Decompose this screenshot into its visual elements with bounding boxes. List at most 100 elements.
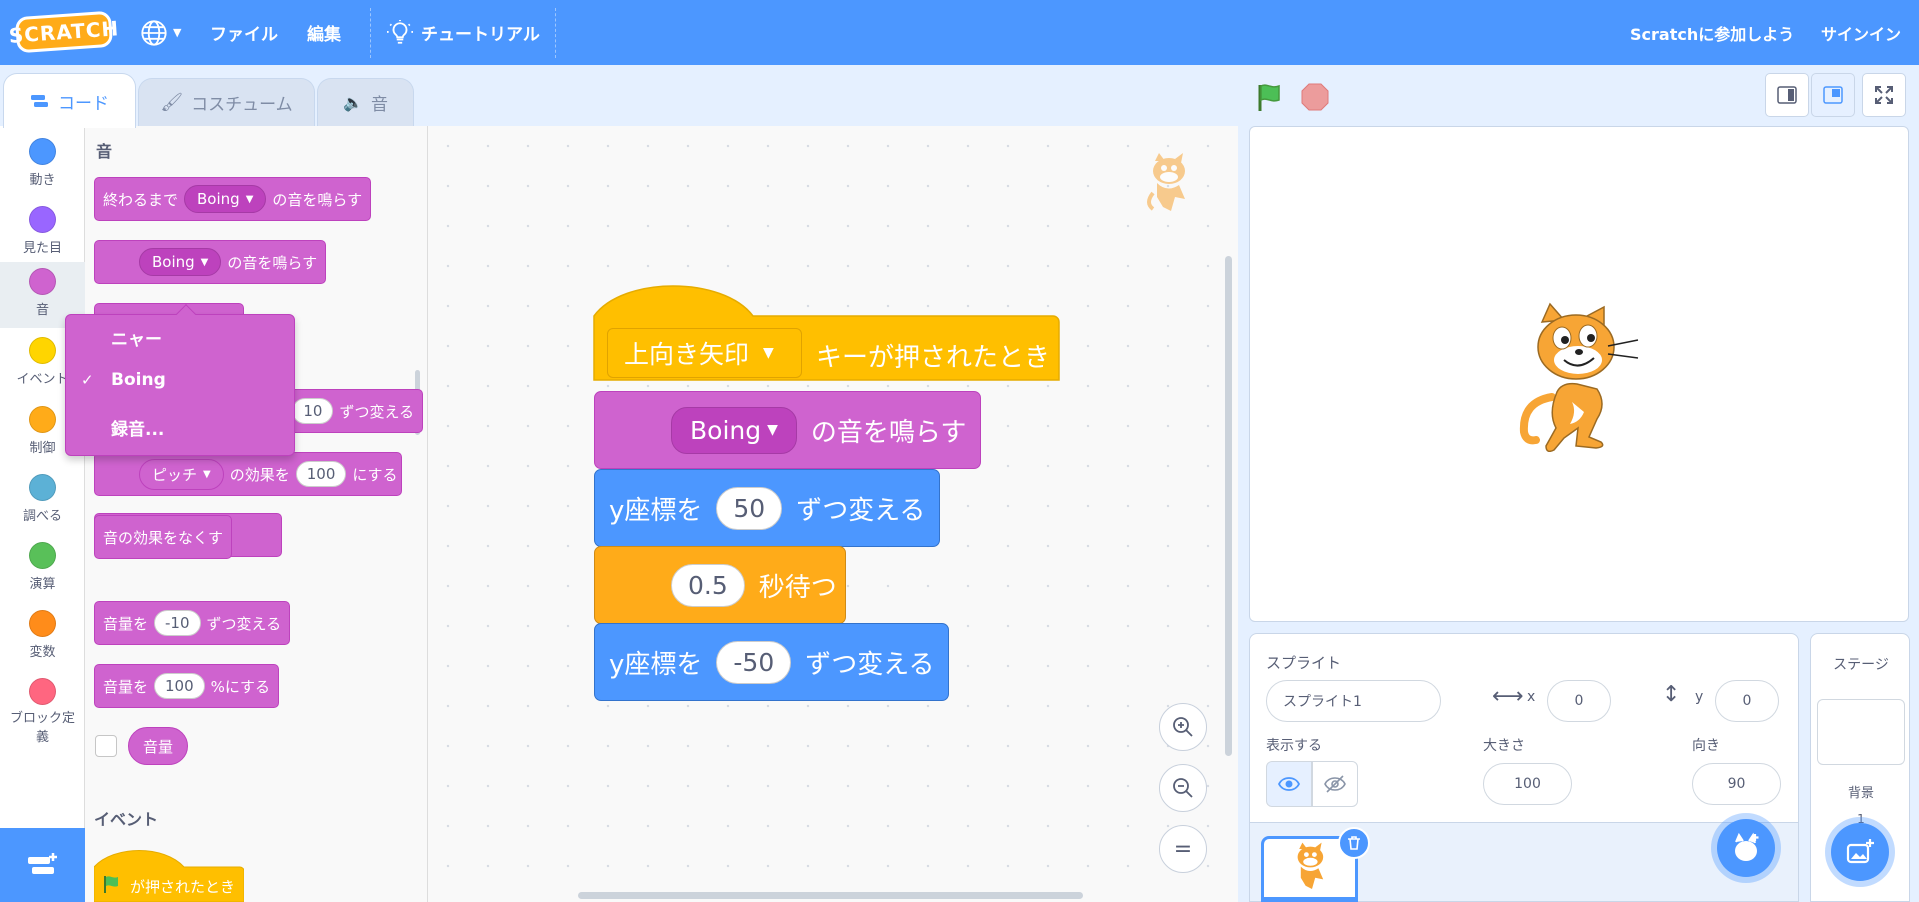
- dropdown-item-boing[interactable]: ✓ Boing: [66, 360, 296, 400]
- delete-sprite-button[interactable]: [1338, 827, 1370, 859]
- checkmark-icon: ✓: [81, 371, 94, 389]
- category-control-dot: [29, 406, 56, 433]
- sprite-watermark: [1143, 151, 1199, 221]
- change-volume-block[interactable]: 音量を -10 ずつ変える: [94, 601, 291, 645]
- category-label: イベント: [16, 372, 69, 387]
- sound-name: Boing: [152, 253, 195, 271]
- backdrop-label: 背景: [1847, 786, 1874, 801]
- chevron-down-icon: ▼: [203, 468, 211, 480]
- sound-dropdown[interactable]: Boing ▼: [671, 406, 797, 454]
- tab-costumes[interactable]: 🖌 コスチューム: [138, 78, 315, 126]
- y-label: y: [1695, 689, 1704, 705]
- category-label: 音: [35, 303, 49, 318]
- volume-value-input[interactable]: 100: [154, 673, 205, 699]
- language-menu[interactable]: ▼: [140, 0, 181, 65]
- zoom-reset-button[interactable]: =: [1159, 825, 1207, 873]
- key-dropdown[interactable]: 上向き矢印 ▼: [607, 328, 802, 378]
- stage-title: ステージ: [1833, 657, 1889, 673]
- cat-sprite[interactable]: [1512, 302, 1652, 456]
- category-operators-dot: [29, 542, 56, 569]
- category-label: 制御: [29, 441, 56, 456]
- change-y-block[interactable]: y座標を -50 ずつ変える: [594, 623, 950, 701]
- effect-value-input[interactable]: 10: [292, 398, 334, 424]
- add-backdrop-button[interactable]: [1831, 823, 1889, 881]
- block-text: にする: [352, 465, 398, 484]
- effect-dropdown[interactable]: ピッチ ▼: [139, 458, 224, 490]
- small-stage-button[interactable]: [1765, 73, 1809, 117]
- y-change-input[interactable]: 50: [716, 486, 783, 530]
- scratch-logo[interactable]: SCRATCH: [8, 10, 120, 54]
- effect-value-input[interactable]: 100: [295, 461, 347, 487]
- sprite-name-input[interactable]: スプライト1: [1266, 680, 1441, 722]
- set-volume-block[interactable]: 音量を 100 %にする: [94, 664, 280, 708]
- workspace-vertical-scrollbar[interactable]: [1225, 256, 1232, 756]
- block-text: %にする: [210, 677, 271, 696]
- stage-selector[interactable]: ステージ 背景 1: [1810, 633, 1910, 902]
- category-looks-dot: [29, 206, 56, 233]
- add-sprite-button[interactable]: [1717, 819, 1775, 877]
- tab-sounds[interactable]: 🔈 音: [317, 78, 414, 126]
- green-flag-button[interactable]: [1255, 82, 1285, 116]
- clear-sound-effects-block[interactable]: 音の効果をなくす: [94, 515, 233, 559]
- category-variables[interactable]: 変数: [0, 604, 85, 670]
- block-text: 秒待つ: [758, 572, 837, 603]
- category-label: ブロック定義: [9, 711, 75, 745]
- show-sprite-button[interactable]: [1266, 761, 1312, 807]
- category-operators[interactable]: 演算: [0, 536, 85, 602]
- volume-monitor-checkbox[interactable]: [95, 735, 117, 757]
- tab-code[interactable]: コード: [3, 73, 136, 128]
- zoom-in-button[interactable]: [1159, 703, 1207, 751]
- script-workspace[interactable]: 上向き矢印 ▼ キーが押されたとき Boing ▼ の音を鳴らす y座標を 50 …: [428, 126, 1238, 902]
- add-backdrop-icon: [1846, 839, 1874, 864]
- category-my-blocks[interactable]: ブロック定義: [0, 672, 85, 752]
- join-scratch-link[interactable]: Scratchに参加しよう: [1630, 0, 1794, 65]
- chevron-down-icon: ▼: [763, 345, 774, 361]
- edit-menu[interactable]: 編集: [307, 0, 341, 65]
- category-sound-dot: [29, 268, 56, 295]
- effect-name: ピッチ: [152, 465, 198, 484]
- zoom-in-icon: [1173, 717, 1193, 737]
- volume-value-input[interactable]: -10: [154, 610, 201, 636]
- wait-block[interactable]: 0.5 秒待つ: [594, 546, 846, 624]
- sound-dropdown[interactable]: Boing ▼: [139, 248, 222, 276]
- fullscreen-button[interactable]: [1862, 73, 1906, 117]
- y-position-input[interactable]: 0: [1715, 680, 1779, 722]
- category-sensing[interactable]: 調べる: [0, 468, 85, 534]
- tab-sounds-label: 音: [370, 95, 388, 115]
- hide-sprite-button[interactable]: [1312, 761, 1358, 807]
- direction-input[interactable]: 90: [1692, 763, 1781, 805]
- sound-dropdown[interactable]: Boing ▼: [184, 185, 267, 213]
- zoom-reset-icon: =: [1173, 836, 1193, 862]
- workspace-horizontal-scrollbar[interactable]: [578, 892, 1083, 899]
- brush-icon: 🖌: [160, 92, 184, 113]
- extension-button[interactable]: [0, 828, 85, 902]
- dropdown-item-meow[interactable]: ニャー: [66, 317, 296, 357]
- size-input[interactable]: 100: [1483, 763, 1572, 805]
- stage-thumbnail[interactable]: [1817, 699, 1905, 765]
- tutorials-menu[interactable]: チュートリアル: [387, 0, 540, 65]
- x-position-input[interactable]: 0: [1547, 680, 1611, 722]
- category-looks[interactable]: 見た目: [0, 200, 85, 266]
- dropdown-item-record[interactable]: 録音...: [66, 407, 296, 447]
- y-change-input[interactable]: -50: [716, 640, 792, 684]
- wait-seconds-input[interactable]: 0.5: [671, 563, 745, 607]
- volume-reporter-block[interactable]: 音量: [128, 727, 189, 765]
- when-flag-clicked-block[interactable]: が押されたとき: [94, 845, 244, 902]
- zoom-out-button[interactable]: [1159, 764, 1207, 812]
- x-label: x: [1527, 689, 1536, 705]
- direction-label: 向き: [1692, 738, 1720, 754]
- change-y-block[interactable]: y座標を 50 ずつ変える: [594, 469, 941, 547]
- file-menu[interactable]: ファイル: [210, 0, 278, 65]
- play-sound-until-done-block[interactable]: 終わるまで Boing ▼ の音を鳴らす: [94, 177, 372, 221]
- sign-in-link[interactable]: サインイン: [1821, 0, 1901, 65]
- set-sound-effect-block[interactable]: ピッチ ▼ の効果を 100 にする: [94, 452, 402, 496]
- normal-stage-button[interactable]: [1811, 73, 1855, 117]
- category-motion[interactable]: 動き: [0, 132, 85, 198]
- stop-button[interactable]: [1301, 83, 1329, 115]
- stage-canvas[interactable]: [1249, 126, 1909, 622]
- block-text: の音を鳴らす: [227, 253, 318, 272]
- start-sound-block[interactable]: Boing ▼ の音を鳴らす: [94, 240, 327, 284]
- tab-costumes-label: コスチューム: [191, 95, 293, 115]
- key-pressed-hat-block[interactable]: 上向き矢印 ▼ キーが押されたとき: [593, 284, 1060, 384]
- start-sound-block[interactable]: Boing ▼ の音を鳴らす: [594, 391, 981, 469]
